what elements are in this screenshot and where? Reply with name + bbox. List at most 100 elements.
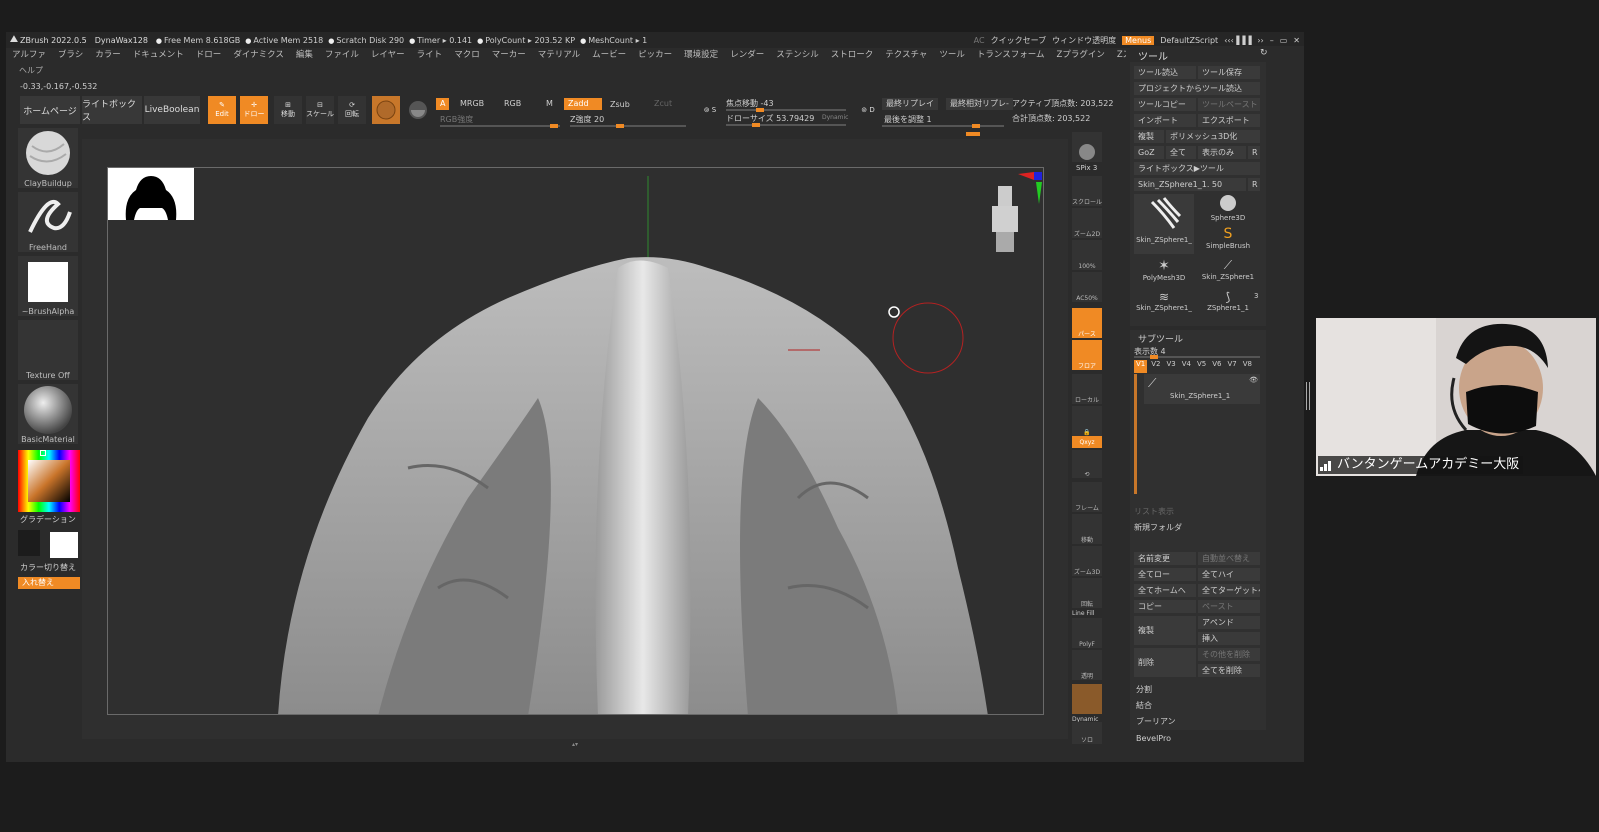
material-slot[interactable]: BasicMaterial [18, 384, 78, 444]
rgb-toggle[interactable]: RGB [500, 98, 525, 110]
insert-button[interactable]: 挿入 [1198, 632, 1260, 645]
clone-button[interactable]: 複製 [1134, 130, 1164, 143]
menu-stroke[interactable]: ストローク [825, 48, 880, 63]
all-low-button[interactable]: 全てロー [1134, 568, 1196, 581]
zadd-toggle[interactable]: Zadd [564, 98, 602, 110]
menu-document[interactable]: ドキュメント [127, 48, 190, 63]
main-color[interactable] [50, 532, 78, 558]
duplicate-button[interactable]: 複製 [1134, 616, 1196, 645]
stroke-d-icon[interactable]: ⊚ D [854, 96, 882, 124]
subtool-title[interactable]: サブツール [1138, 332, 1183, 345]
new-folder-button[interactable]: 新規フォルダ [1134, 522, 1182, 533]
version-v4[interactable]: V4 [1180, 360, 1193, 373]
transparent-button[interactable]: 透明 [1072, 650, 1102, 680]
solo-button[interactable]: ソロ [1072, 722, 1102, 744]
menu-draw[interactable]: ドロー [190, 48, 228, 63]
xyz-button[interactable]: Qxyz [1072, 436, 1102, 448]
lightbox-tools-button[interactable]: ライトボックス▶ツール [1134, 162, 1260, 175]
scroll-button[interactable]: スクロール [1072, 176, 1102, 206]
gradient-sphere-button[interactable] [404, 96, 432, 124]
merge-section[interactable]: 結合 [1136, 700, 1152, 711]
load-tool-button[interactable]: ツール読込 [1134, 66, 1196, 79]
append-button[interactable]: アペンド [1198, 616, 1260, 629]
menu-brush[interactable]: ブラシ [52, 48, 89, 63]
tool-thumb-sphere3d[interactable]: Sphere3D [1198, 194, 1258, 224]
menu-material[interactable]: マテリアル [532, 48, 586, 63]
visible-count-slider[interactable] [1134, 355, 1260, 359]
navigation-gizmo[interactable] [978, 168, 1043, 258]
texture-slot[interactable]: Texture Off [18, 320, 78, 380]
eye-icon[interactable]: 👁 [1249, 376, 1258, 384]
all-target-button[interactable]: 全てターゲットへ [1198, 584, 1260, 597]
delete-all-button[interactable]: 全てを削除 [1198, 664, 1260, 677]
version-v3[interactable]: V3 [1165, 360, 1178, 373]
spix-button[interactable] [1072, 132, 1102, 162]
load-from-project-button[interactable]: プロジェクトからツール読込 [1134, 82, 1260, 95]
tool-thumb-skin-zsphere1[interactable]: ⟋ Skin_ZSphere1 [1198, 258, 1258, 288]
lightbox-button[interactable]: ライトボックス [82, 96, 142, 124]
ac50-button[interactable]: AC50% [1072, 272, 1102, 302]
a-toggle[interactable]: A [436, 98, 450, 110]
zcut-toggle[interactable]: Zcut [650, 98, 676, 110]
tool-thumb-zsphere1[interactable]: ⟆ ZSphere1_1 [1198, 290, 1258, 320]
perspective-button[interactable]: パース [1072, 308, 1102, 338]
menu-texture[interactable]: テクスチャ [879, 48, 933, 63]
subtool-item[interactable]: ⟋ 👁 Skin_ZSphere1_1 [1144, 374, 1260, 404]
move-view-button[interactable]: 移動 [1072, 514, 1102, 544]
secondary-color[interactable] [18, 530, 40, 556]
menu-preferences[interactable]: 環境設定 [678, 48, 724, 63]
tool-thumb-simplebrush[interactable]: S SimpleBrush [1198, 226, 1258, 256]
hue-marker[interactable] [40, 450, 46, 456]
adjust-last-slider[interactable] [882, 124, 1004, 128]
last-rel-replay-button[interactable]: 最終相対リプレ- [946, 98, 1013, 110]
menu-stencil[interactable]: ステンシル [770, 48, 825, 63]
stroke-s-icon[interactable]: ⊚ S [696, 96, 724, 124]
draw-size-slider[interactable] [726, 123, 846, 127]
tool-thumb-polymesh3d[interactable]: ✶ PolyMesh3D [1134, 258, 1194, 288]
copy-subtool-button[interactable]: コピー [1134, 600, 1196, 613]
version-v8[interactable]: V8 [1241, 360, 1254, 373]
mrgb-toggle[interactable]: MRGB [456, 98, 488, 110]
minimize-button[interactable]: – [1270, 36, 1274, 45]
zoom2d-button[interactable]: ズーム2D [1072, 208, 1102, 238]
menu-file[interactable]: ファイル [319, 48, 365, 63]
move-button[interactable]: ⊞ 移動 [274, 96, 302, 124]
rotation-axis-icon[interactable]: ⟲ [1072, 450, 1102, 478]
color-picker[interactable] [18, 450, 80, 512]
frame-button[interactable]: フレーム [1072, 482, 1102, 512]
menu-marker[interactable]: マーカー [486, 48, 532, 63]
local-button[interactable]: ローカル [1072, 374, 1102, 404]
list-view-button[interactable]: リスト表示 [1134, 506, 1174, 517]
zsub-toggle[interactable]: Zsub [606, 99, 634, 111]
menu-color[interactable]: カラー [89, 48, 127, 63]
menu-edit[interactable]: 編集 [290, 48, 319, 63]
goz-button[interactable]: GoZ [1134, 146, 1164, 159]
menu-picker[interactable]: ピッカー [632, 48, 678, 63]
splitter-handle[interactable] [1306, 382, 1310, 410]
draw-button[interactable]: ✛ ドロー [240, 96, 268, 124]
menu-tool[interactable]: ツール [933, 48, 971, 63]
refresh-icon[interactable]: ↻ [1260, 48, 1268, 58]
split-section[interactable]: 分割 [1136, 684, 1152, 695]
close-button[interactable]: ✕ [1293, 36, 1300, 45]
maximize-button[interactable]: ▭ [1280, 36, 1288, 45]
current-tool-slider[interactable]: Skin_ZSphere1_1. 50 [1134, 178, 1246, 191]
make-polymesh-button[interactable]: ポリメッシュ3D化 [1166, 130, 1260, 143]
version-v7[interactable]: V7 [1226, 360, 1239, 373]
last-replay-button[interactable]: 最終リプレイ [882, 98, 938, 110]
menu-zplugin[interactable]: Zプラグイン [1051, 48, 1111, 63]
focal-shift-slider[interactable] [726, 108, 846, 112]
menu-alpha[interactable]: アルファ [6, 48, 52, 63]
z-intensity-slider[interactable] [570, 124, 686, 128]
script-button[interactable]: DefaultZScript [1160, 36, 1218, 45]
goz-visible-button[interactable]: 表示のみ [1198, 146, 1246, 159]
bevelpro-section[interactable]: BevelPro [1136, 734, 1171, 743]
version-v2[interactable]: V2 [1149, 360, 1162, 373]
goz-r-button[interactable]: R [1248, 146, 1260, 159]
document-canvas[interactable] [107, 167, 1044, 715]
boolean-section[interactable]: ブーリアン [1136, 716, 1176, 727]
zoom3d-button[interactable]: ズーム3D [1072, 546, 1102, 576]
m-toggle[interactable]: M [542, 98, 557, 110]
layout-icon[interactable]: ‹‹‹ ▌▌▌ ›› [1224, 36, 1264, 45]
menu-movie[interactable]: ムービー [586, 48, 632, 63]
